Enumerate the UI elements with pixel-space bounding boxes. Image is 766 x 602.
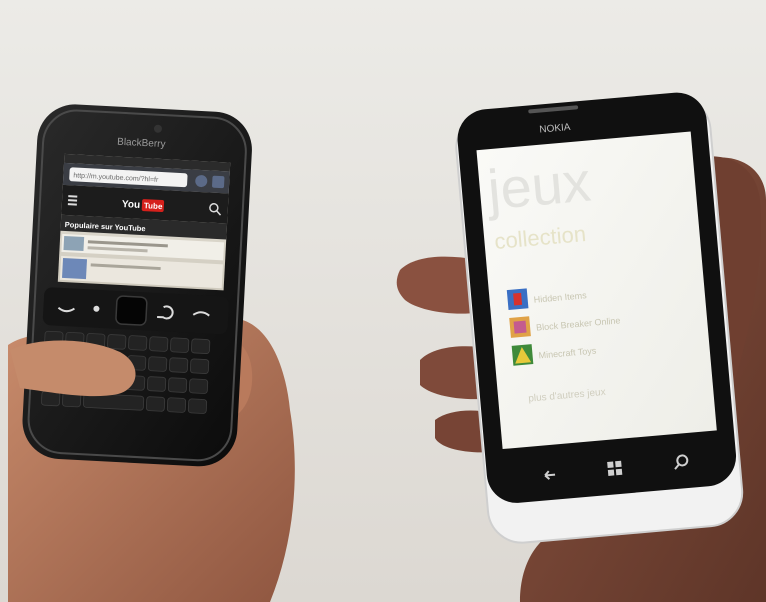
photo-two-smartphones: BlackBerry http://m.youtube.com/?hl=fr Y… [0, 0, 766, 602]
blackberry-screen: http://m.youtube.com/?hl=fr You Tube Pop… [57, 153, 231, 291]
hub-title: jeux [483, 150, 593, 222]
youtube-logo-you: You [122, 199, 141, 211]
trackpad [115, 295, 148, 326]
video-thumbnail [62, 257, 88, 280]
blackberry-phone: BlackBerry http://m.youtube.com/?hl=fr Y… [22, 104, 252, 467]
nokia-phone: NOKIA jeux collection Hidden Items Block… [455, 92, 744, 544]
youtube-logo-tube: Tube [144, 201, 164, 211]
nokia-screen: jeux collection Hidden Items Block Break… [476, 131, 717, 450]
bookmark-icon [212, 175, 225, 189]
video-thumbnail [63, 235, 85, 252]
